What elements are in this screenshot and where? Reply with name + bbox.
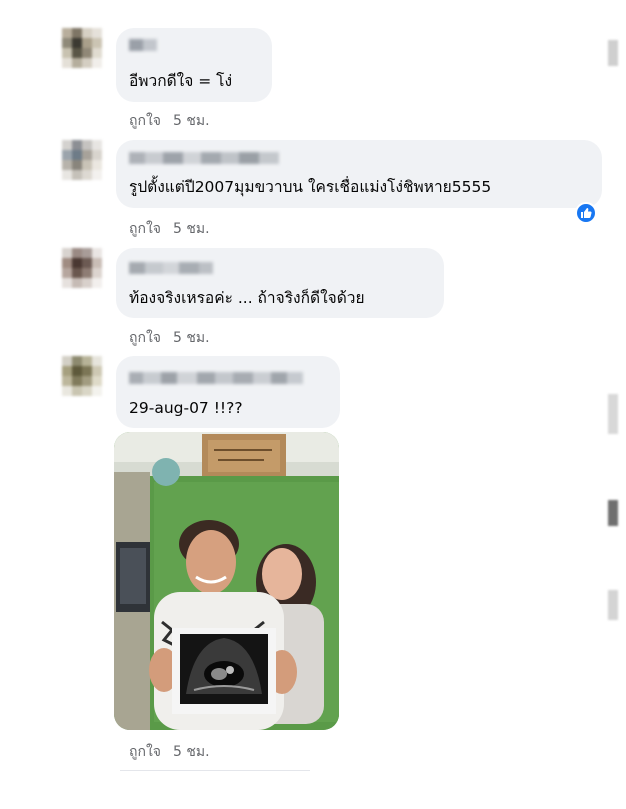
cropped-avatar	[608, 590, 618, 620]
comment-bubble: รูปตั้งแต่ปี2007มุมขวาบน ใครเชื่อแม่งโง่…	[116, 140, 602, 208]
commenter-name[interactable]	[129, 372, 303, 384]
comment-bubble: อีพวกดีใจ = โง่	[116, 28, 272, 102]
avatar[interactable]	[62, 356, 102, 396]
comment-actions: ถูกใจ 5 ชม.	[129, 327, 210, 349]
comment-text: 29-aug-07 !!??	[129, 399, 243, 417]
cropped-avatar	[608, 500, 618, 526]
comment-bubble: ท้องจริงเหรอค่ะ ... ถ้าจริงก็ดีใจด้วย	[116, 248, 444, 318]
comment-actions: ถูกใจ 5 ชม.	[129, 741, 210, 763]
cropped-avatar	[608, 40, 618, 66]
cropped-avatar	[608, 394, 618, 434]
comment-text: รูปตั้งแต่ปี2007มุมขวาบน ใครเชื่อแม่งโง่…	[129, 178, 492, 196]
comment-bubble: 29-aug-07 !!??	[116, 356, 340, 428]
divider	[120, 770, 310, 771]
like-link[interactable]: ถูกใจ	[129, 744, 161, 760]
comment-actions: ถูกใจ 5 ชม.	[129, 218, 210, 240]
like-link[interactable]: ถูกใจ	[129, 113, 161, 129]
ultrasound-photo	[114, 432, 339, 730]
commenter-name[interactable]	[129, 262, 213, 274]
comment-text: ท้องจริงเหรอค่ะ ... ถ้าจริงก็ดีใจด้วย	[129, 289, 365, 307]
like-link[interactable]: ถูกใจ	[129, 221, 161, 237]
commenter-name[interactable]	[129, 39, 157, 51]
timestamp[interactable]: 5 ชม.	[173, 330, 210, 346]
timestamp[interactable]: 5 ชม.	[173, 113, 210, 129]
timestamp[interactable]: 5 ชม.	[173, 744, 210, 760]
avatar[interactable]	[62, 28, 102, 68]
avatar[interactable]	[62, 140, 102, 180]
like-link[interactable]: ถูกใจ	[129, 330, 161, 346]
comment-actions: ถูกใจ 5 ชม.	[129, 110, 210, 132]
commenter-name[interactable]	[129, 152, 279, 164]
like-icon[interactable]	[575, 202, 597, 224]
photo-attachment[interactable]	[114, 432, 339, 730]
comment-text: อีพวกดีใจ = โง่	[129, 72, 233, 90]
avatar[interactable]	[62, 248, 102, 288]
timestamp[interactable]: 5 ชม.	[173, 221, 210, 237]
